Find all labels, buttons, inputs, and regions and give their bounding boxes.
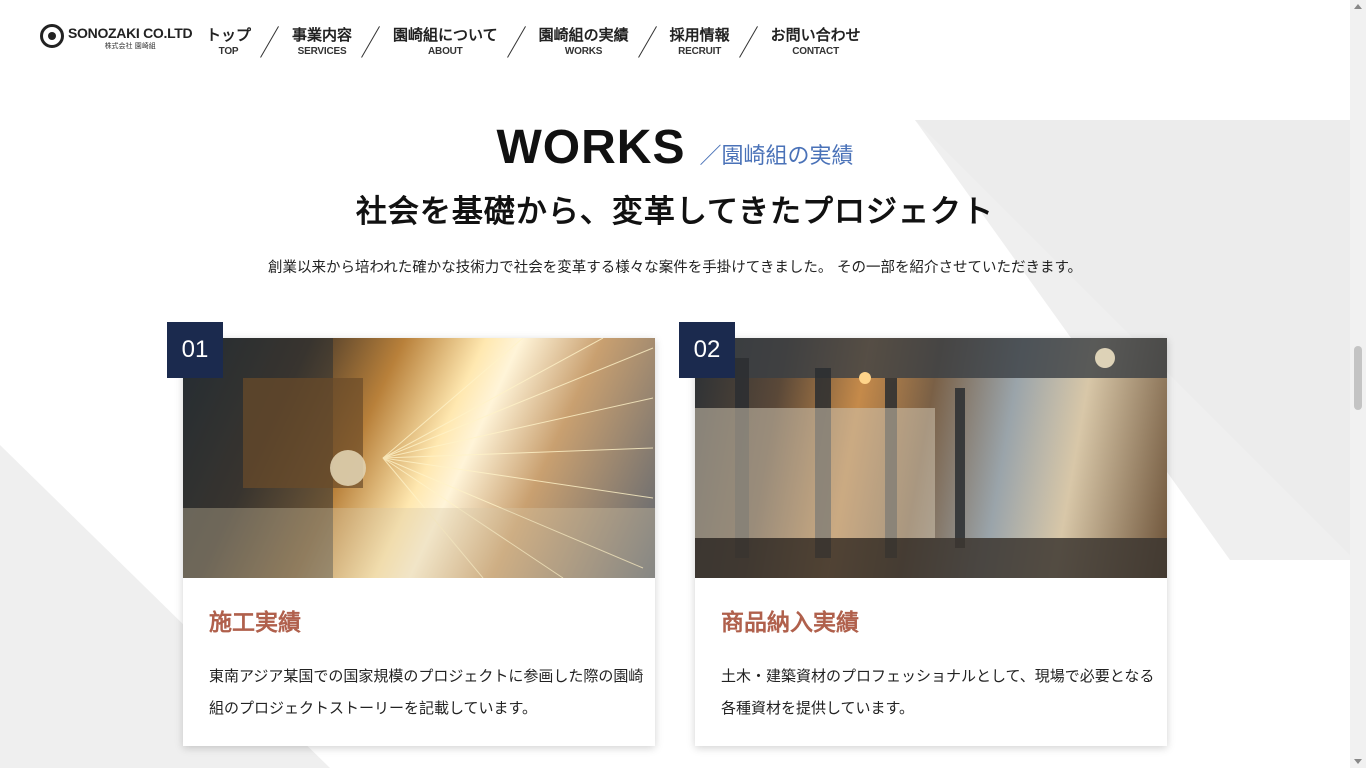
nav-label-jp: 事業内容 (292, 26, 353, 44)
section-lead-text: 創業以来から培われた確かな技術力で社会を変革する様々な案件を手掛けてきました。 … (268, 260, 1082, 276)
nav-item-recruit[interactable]: 採用情報 RECRUIT (664, 24, 736, 58)
nav-item-contact[interactable]: お問い合わせ CONTACT (765, 24, 867, 58)
nav-label-en: WORKS (564, 46, 603, 57)
section-subtitle: ／園崎組の実績 (699, 144, 854, 169)
gear-logo-icon (40, 24, 64, 48)
scroll-up-arrow-icon[interactable] (1354, 4, 1362, 9)
main-nav: トップ TOP 事業内容 SERVICES 園崎組について ABOUT 園崎組の… (200, 24, 867, 60)
nav-label-jp: お問い合わせ (770, 26, 861, 44)
scroll-down-arrow-icon[interactable] (1354, 759, 1362, 764)
works-section-header: WORKS ／園崎組の実績 社会を基礎から、変革してきたプロジェクト 創業以来か… (0, 118, 1350, 280)
works-title-row: WORKS ／園崎組の実績 (0, 118, 1350, 178)
card-description: 東南アジア某国での国家規模のプロジェクトに参画した際の園崎組のプロジェクトストー… (209, 667, 644, 717)
nav-item-services[interactable]: 事業内容 SERVICES (286, 24, 358, 58)
nav-label-en: ABOUT (428, 46, 463, 57)
nav-item-about[interactable]: 園崎組について ABOUT (387, 24, 504, 58)
nav-item-top[interactable]: トップ TOP (200, 24, 257, 58)
factory-structure (695, 338, 1167, 578)
nav-separator (649, 24, 650, 60)
works-card-construction[interactable]: 01 施工実績 東南アジア某国での国家規模のプロジェクトに参画した際の園崎組のプ… (167, 322, 655, 746)
logo-name-jp: 株式会社 園崎組 (104, 42, 156, 50)
works-card-products[interactable]: 02 商品納入実績 土木・建築資材のプロフェッショナルとして、現場で必要となる各… (679, 322, 1167, 746)
section-headline: 社会を基礎から、変革してきたプロジェクト (355, 194, 995, 230)
card-number-badge: 02 (679, 322, 735, 378)
card-title: 施工実績 (209, 610, 301, 636)
logo-text: SONOZAKI CO.LTD 株式会社 園崎組 (68, 24, 193, 51)
nav-separator (271, 24, 272, 60)
site-logo[interactable]: SONOZAKI CO.LTD 株式会社 園崎組 (40, 24, 193, 51)
steel-factory-photo (695, 338, 1167, 578)
nav-label-jp: 園崎組の実績 (538, 26, 629, 44)
card-number-badge: 01 (167, 322, 223, 378)
nav-label-en: TOP (218, 46, 239, 57)
logo-name-en: SONOZAKI CO.LTD (68, 25, 193, 41)
nav-separator (372, 24, 373, 60)
nav-separator (750, 24, 751, 60)
site-header: SONOZAKI CO.LTD 株式会社 園崎組 トップ TOP 事業内容 SE… (0, 0, 1350, 78)
card-description: 土木・建築資材のプロフェッショナルとして、現場で必要となる各種資材を提供していま… (721, 667, 1155, 717)
nav-separator (518, 24, 519, 60)
page-scrollbar[interactable] (1350, 0, 1366, 768)
nav-label-jp: トップ (206, 26, 252, 44)
nav-label-jp: 園崎組について (393, 26, 498, 44)
card-title: 商品納入実績 (721, 610, 859, 636)
spark-lines (183, 338, 655, 578)
section-title: WORKS (496, 121, 686, 174)
nav-label-en: RECRUIT (678, 46, 722, 57)
scroll-thumb[interactable] (1354, 346, 1362, 410)
welding-sparks-photo (183, 338, 655, 578)
nav-item-works[interactable]: 園崎組の実績 WORKS (533, 24, 635, 58)
nav-label-jp: 採用情報 (669, 26, 730, 44)
nav-label-en: SERVICES (297, 46, 347, 57)
nav-label-en: CONTACT (792, 46, 839, 57)
